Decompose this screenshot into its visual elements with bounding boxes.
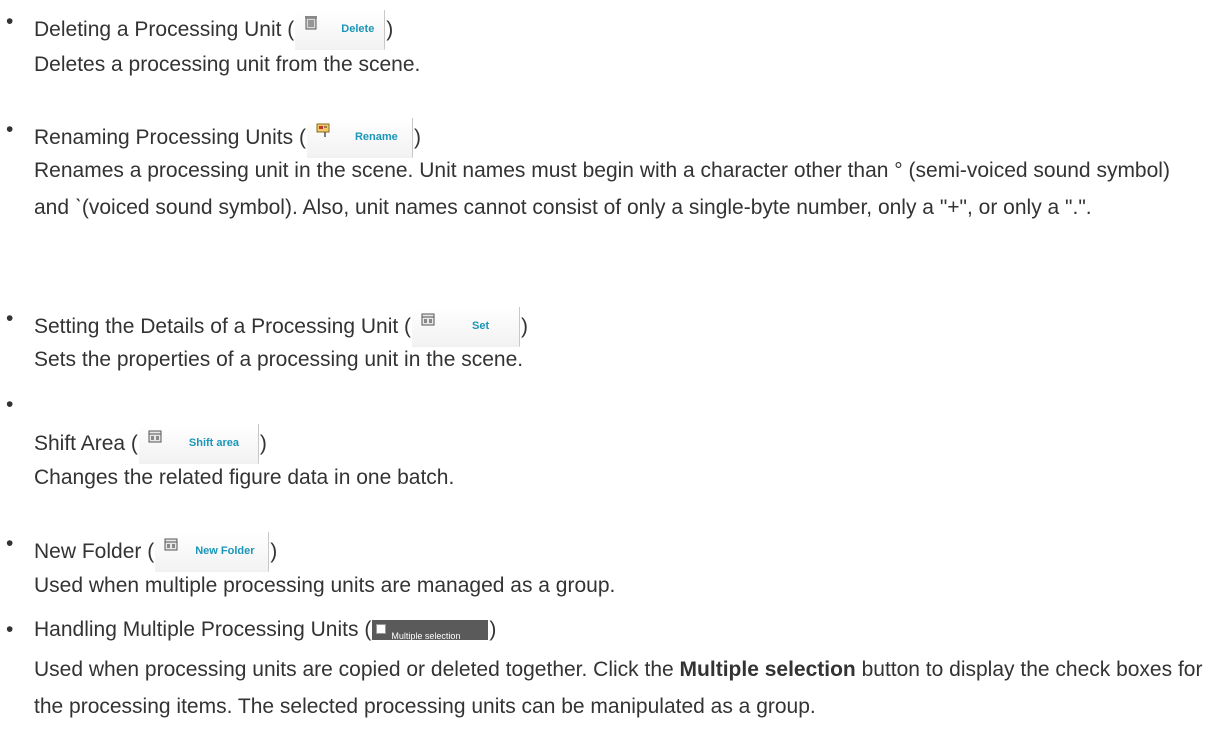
delete-button[interactable]: Delete: [295, 10, 386, 50]
description-bold-text: Multiple selection: [679, 658, 856, 681]
new-folder-button-label: New Folder: [195, 545, 255, 557]
item-title-line: Deleting a Processing Unit ( Delete ): [34, 10, 393, 50]
new-folder-icon: [164, 538, 178, 551]
bullet: •: [6, 532, 14, 555]
item-description: Deletes a processing unit from the scene…: [34, 53, 421, 76]
paren-open: (: [293, 126, 306, 149]
paren-close: ): [521, 315, 529, 338]
item-title: Handling Multiple Processing Units: [34, 618, 359, 641]
paren-open: (: [398, 315, 412, 338]
paren-close: ): [270, 540, 278, 563]
paren-close: ): [386, 18, 394, 41]
item-description: Changes the related figure data in one b…: [34, 466, 455, 489]
item-description: Used when processing units are copied or…: [34, 651, 1204, 725]
set-button-label: Set: [472, 320, 490, 332]
delete-button-label: Delete: [341, 23, 375, 35]
multiple-selection-button[interactable]: Multiple selection: [372, 620, 489, 641]
item-title: Deleting a Processing Unit: [34, 18, 282, 41]
item-title-line: New Folder ( New Folder ): [34, 532, 277, 572]
paren-open: (: [281, 18, 295, 41]
paren-close: ): [489, 618, 497, 641]
shift-area-icon: [148, 430, 162, 443]
item-description: Sets the properties of a processing unit…: [34, 348, 524, 371]
bullet: •: [6, 118, 14, 141]
paren-close: ): [413, 126, 421, 149]
item-title: Renaming Processing Units: [34, 126, 294, 149]
bullet: •: [6, 10, 14, 33]
paren-open: (: [141, 540, 155, 563]
item-title-line: Shift Area ( Shift area ): [34, 424, 267, 464]
description-text-before: Used when processing units are copied or…: [34, 658, 680, 681]
paren-open: (: [358, 618, 372, 641]
rename-button-label: Rename: [354, 131, 398, 143]
multiple-selection-button-label: Multiple selection: [391, 631, 461, 641]
item-description: Renames a processing unit in the scene. …: [34, 159, 1170, 219]
item-title: Setting the Details of a Processing Unit: [34, 315, 399, 338]
new-folder-button[interactable]: New Folder: [155, 532, 270, 572]
bullet: •: [6, 618, 14, 641]
paren-close: ): [259, 432, 267, 455]
bullet: •: [6, 393, 14, 416]
rename-icon: [316, 123, 330, 137]
item-title: New Folder: [34, 540, 142, 563]
item-description: Used when multiple processing units are …: [34, 574, 616, 597]
bullet: •: [6, 307, 14, 330]
shift-area-button-label: Shift area: [188, 437, 240, 449]
settings-icon: [421, 313, 435, 326]
item-title: Shift Area: [34, 432, 126, 455]
checkbox-icon: [376, 624, 387, 634]
trash-icon: [305, 16, 318, 30]
shift-area-button[interactable]: Shift area: [138, 424, 259, 464]
item-title-line: Handling Multiple Processing Units ( Mul…: [34, 618, 496, 642]
paren-open: (: [125, 432, 138, 455]
